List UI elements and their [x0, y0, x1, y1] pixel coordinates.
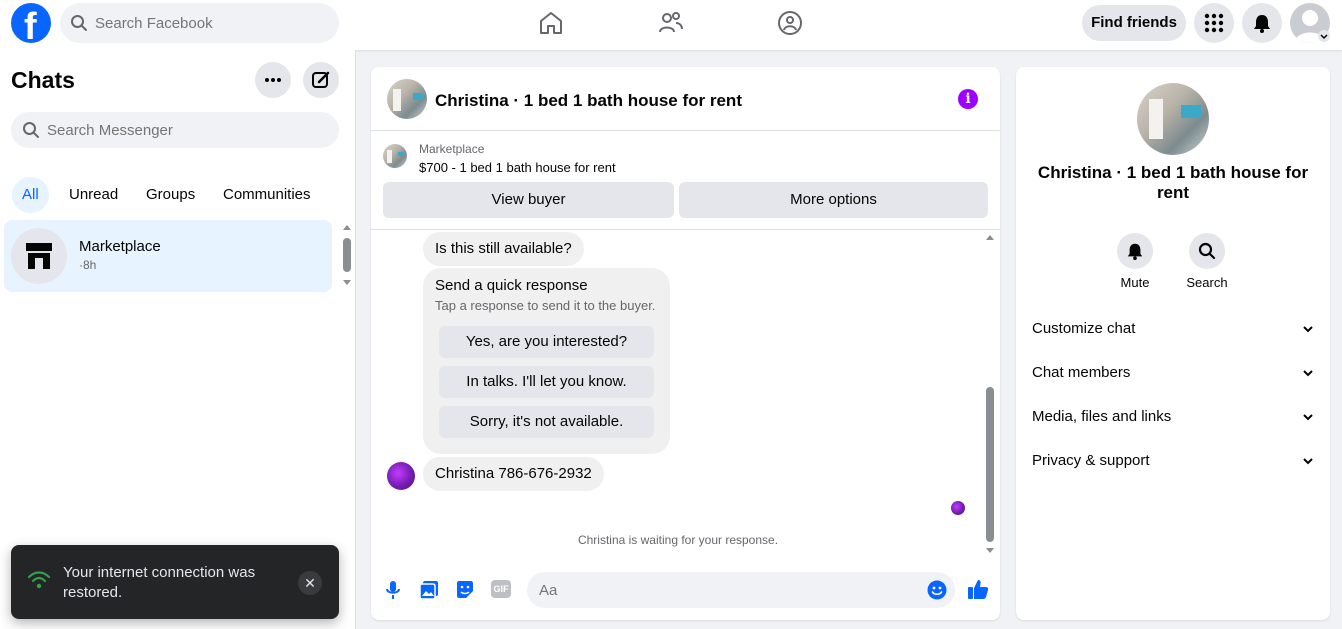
- conversation-header: Christina · 1 bed 1 bath house for rent …: [371, 67, 1000, 131]
- new-message-button[interactable]: [303, 62, 339, 98]
- quick-response-yes[interactable]: Yes, are you interested?: [439, 326, 654, 358]
- view-buyer-button[interactable]: View buyer: [383, 182, 674, 218]
- quick-response-in-talks[interactable]: In talks. I'll let you know.: [439, 366, 654, 398]
- listing-small-thumbnail: [383, 144, 407, 168]
- connection-restored-toast: Your internet connection was restored. ✕: [11, 545, 339, 619]
- chevron-down-icon: [1303, 370, 1313, 377]
- mute-label: Mute: [1120, 275, 1150, 290]
- chat-name: Marketplace: [79, 238, 161, 255]
- chats-sidebar: Chats All Unread Groups Communities Mark…: [0, 50, 356, 629]
- marketplace-store-icon: [26, 243, 52, 269]
- search-facebook-input[interactable]: [95, 3, 325, 43]
- chat-list-scrollbar[interactable]: [343, 225, 351, 287]
- tab-unread[interactable]: Unread: [59, 177, 128, 213]
- chat-profile-photo[interactable]: [1137, 83, 1209, 155]
- quick-response-subtitle: Tap a response to send it to the buyer.: [435, 298, 656, 313]
- find-friends-button[interactable]: Find friends: [1082, 5, 1186, 41]
- privacy-support-section[interactable]: Privacy & support: [1032, 439, 1314, 483]
- listing-thumbnail[interactable]: [387, 79, 427, 119]
- quick-response-not-available[interactable]: Sorry, it's not available.: [439, 406, 654, 438]
- chevron-down-icon: [1303, 414, 1313, 421]
- search-icon: [71, 15, 87, 31]
- chat-list-item-marketplace[interactable]: Marketplace ·8h: [4, 220, 332, 292]
- search-action[interactable]: Search: [1177, 233, 1237, 290]
- conversation-panel: Christina · 1 bed 1 bath house for rent …: [371, 67, 1000, 620]
- search-icon: [1198, 242, 1216, 260]
- top-navigation-bar: f Find friends: [0, 0, 1342, 50]
- toast-close-button[interactable]: ✕: [298, 571, 322, 595]
- chat-profile-name: Christina · 1 bed 1 bath house for rent: [1037, 163, 1309, 202]
- message-bubble: Is this still available?: [423, 232, 584, 266]
- message-composer[interactable]: [527, 572, 955, 608]
- message-bubble: Christina 786-676-2932: [423, 457, 604, 491]
- section-label: Customize chat: [1032, 320, 1136, 337]
- search-facebook-field[interactable]: [60, 3, 339, 43]
- wifi-icon: [27, 571, 51, 589]
- chat-details-panel: Christina · 1 bed 1 bath house for rent …: [1016, 67, 1330, 620]
- menu-button[interactable]: [1194, 3, 1234, 43]
- chat-timestamp: ·8h: [79, 258, 97, 272]
- microphone-icon[interactable]: [385, 580, 401, 600]
- waiting-status: Christina is waiting for your response.: [577, 533, 779, 547]
- sender-avatar[interactable]: [387, 462, 415, 490]
- thumbs-up-icon[interactable]: [967, 578, 989, 600]
- more-options-button[interactable]: More options: [679, 182, 988, 218]
- gif-button[interactable]: GIF: [491, 580, 511, 598]
- search-messenger-input[interactable]: [47, 112, 327, 148]
- customize-chat-section[interactable]: Customize chat: [1032, 307, 1314, 351]
- section-label: Media, files and links: [1032, 408, 1172, 425]
- quick-response-card: Send a quick response Tap a response to …: [423, 268, 670, 454]
- marketplace-label: Marketplace: [419, 142, 485, 156]
- message-input[interactable]: [539, 572, 919, 608]
- more-icon: [265, 78, 281, 82]
- chevron-down-icon: [1303, 326, 1313, 333]
- chat-options-button[interactable]: [255, 62, 291, 98]
- grid-menu-icon: [1204, 13, 1224, 33]
- seen-receipt-avatar: [951, 501, 965, 515]
- chats-title: Chats: [11, 67, 75, 93]
- section-label: Chat members: [1032, 364, 1131, 381]
- notifications-button[interactable]: [1242, 3, 1282, 43]
- sticker-icon[interactable]: [455, 580, 475, 600]
- chevron-down-icon: [1318, 30, 1330, 42]
- search-icon: [23, 122, 39, 138]
- compose-icon: [312, 71, 330, 88]
- tab-communities[interactable]: Communities: [213, 177, 321, 213]
- mute-action[interactable]: Mute: [1105, 233, 1165, 290]
- media-files-links-section[interactable]: Media, files and links: [1032, 395, 1314, 439]
- search-label: Search: [1186, 275, 1228, 290]
- chat-members-section[interactable]: Chat members: [1032, 351, 1314, 395]
- emoji-icon[interactable]: [927, 580, 947, 600]
- search-messenger-field[interactable]: [11, 112, 339, 148]
- home-icon[interactable]: [536, 8, 566, 38]
- groups-icon[interactable]: [775, 8, 805, 38]
- chevron-down-icon: [1303, 458, 1313, 465]
- photo-icon[interactable]: [419, 580, 439, 600]
- info-icon[interactable]: i: [958, 89, 978, 109]
- listing-title: $700 - 1 bed 1 bath house for rent: [419, 160, 616, 175]
- marketplace-avatar: [11, 228, 67, 284]
- bell-icon: [1127, 243, 1143, 260]
- facebook-logo[interactable]: f: [11, 3, 51, 47]
- quick-response-title: Send a quick response: [435, 277, 588, 294]
- friends-icon[interactable]: [656, 8, 686, 38]
- tab-all[interactable]: All: [12, 177, 49, 213]
- section-label: Privacy & support: [1032, 452, 1150, 469]
- tab-groups[interactable]: Groups: [136, 177, 205, 213]
- conversation-title[interactable]: Christina · 1 bed 1 bath house for rent: [435, 91, 742, 111]
- toast-message: Your internet connection was restored.: [63, 564, 256, 601]
- bell-icon: [1254, 15, 1270, 33]
